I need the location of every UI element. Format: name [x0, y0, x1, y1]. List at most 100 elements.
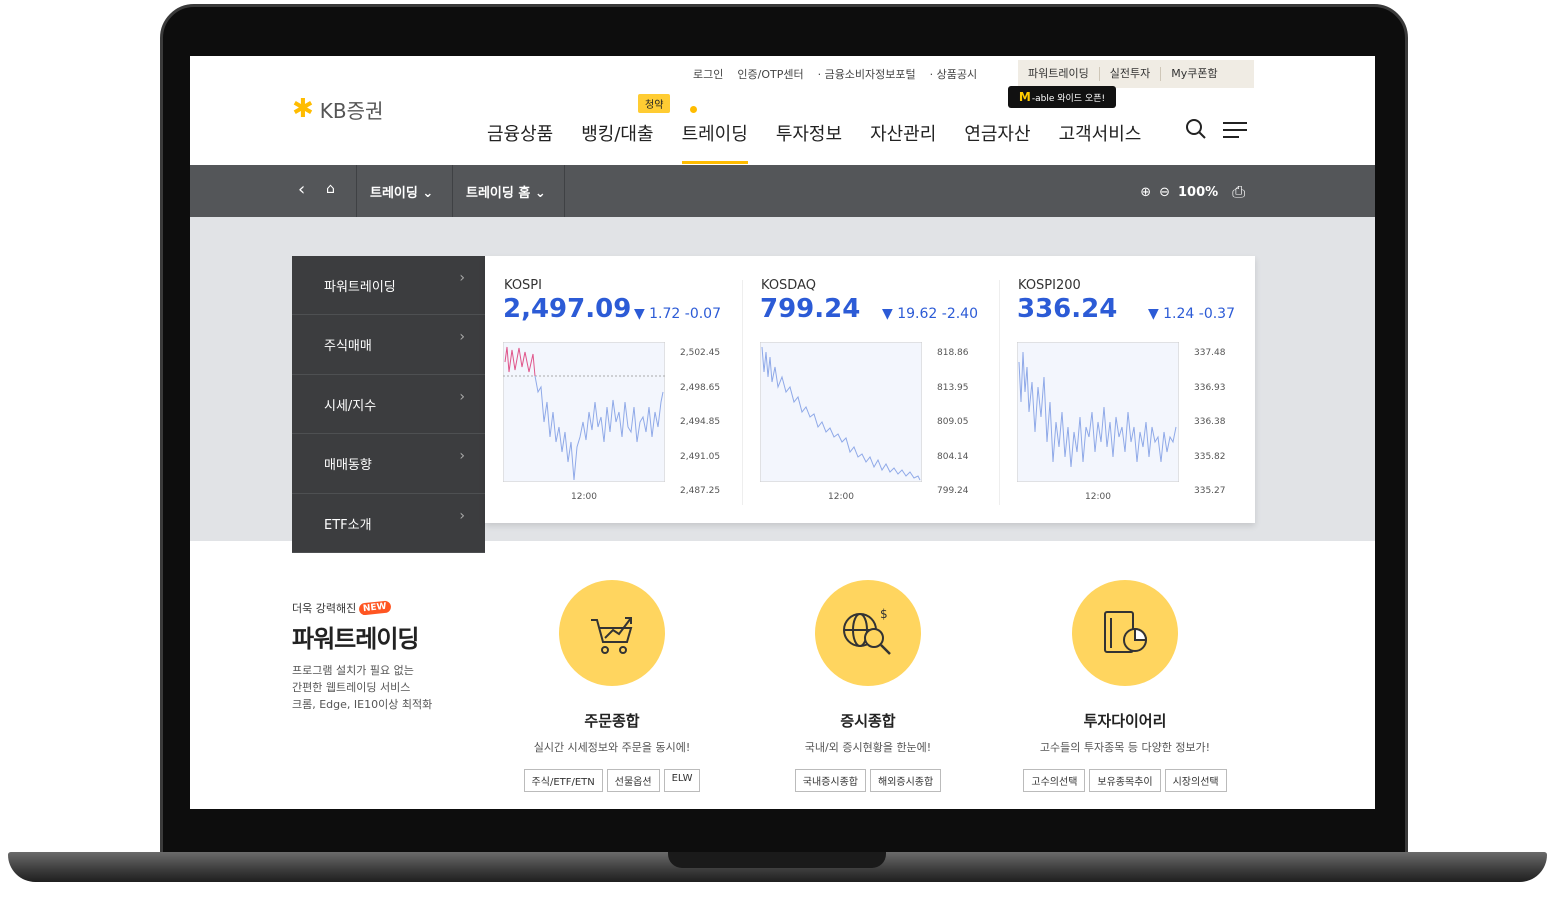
utility-box: 파워트레이딩 실전투자 My쿠폰함 — [1018, 60, 1254, 88]
hamburger-menu-icon[interactable] — [1223, 122, 1247, 138]
feature-title[interactable]: 투자다이어리 — [1005, 710, 1245, 731]
feature-diary: 투자다이어리 고수들의 투자종목 등 다양한 정보가! 고수의선택 보유종목추이… — [1005, 580, 1245, 792]
powertrading-desc: 프로그램 설치가 필요 없는 간편한 웹트레이딩 서비스 크롬, Edge, I… — [292, 662, 432, 713]
tag-market-pick[interactable]: 시장의선택 — [1164, 769, 1227, 792]
home-icon[interactable]: ⌂ — [326, 181, 335, 197]
x-axis-time: 12:00 — [571, 492, 597, 502]
tag-expert-pick[interactable]: 고수의선택 — [1023, 769, 1086, 792]
breadcrumb-trading-home[interactable]: 트레이딩 홈 ⌄ — [466, 182, 546, 201]
index-change: ▼ 19.62 -2.40 — [882, 306, 978, 322]
tag-overseas-market[interactable]: 해외증시종합 — [870, 769, 942, 792]
y-axis-ticks: 2,502.45 2,498.65 2,494.85 2,491.05 2,48… — [680, 336, 720, 509]
otp-center-link[interactable]: 인증/OTP센터 — [737, 66, 803, 82]
y-tick: 809.05 — [937, 417, 969, 427]
side-menu: 파워트레이딩 주식매매 시세/지수 매매동향 ETF소개 — [292, 256, 485, 553]
desc-line: 간편한 웹트레이딩 서비스 — [292, 681, 411, 694]
y-tick: 337.48 — [1194, 348, 1226, 358]
subscription-badge: 청약 — [638, 94, 671, 113]
nav-invest-info[interactable]: 투자정보 — [776, 114, 842, 164]
index-change: ▼ 1.72 -0.07 — [633, 306, 721, 322]
side-item-trade-trend[interactable]: 매매동향 — [292, 434, 485, 494]
divider — [452, 165, 453, 217]
powertrading-kicker: 더욱 강력해진 NEW — [292, 600, 392, 616]
nav-financial-products[interactable]: 금융상품 — [487, 114, 553, 164]
tooltip-text: -able 와이드 오픈! — [1031, 93, 1106, 104]
index-value: 336.24 — [1017, 294, 1118, 324]
mable-logo: M — [1018, 90, 1031, 104]
nav-customer-service[interactable]: 고객서비스 — [1059, 114, 1142, 164]
real-invest-link[interactable]: 실전투자 — [1100, 67, 1162, 81]
side-item-quotes[interactable]: 시세/지수 — [292, 375, 485, 435]
zoom-controls: ⊕ ⊖ 100% ⎙ — [1132, 182, 1245, 202]
side-item-stock-trade[interactable]: 주식매매 — [292, 315, 485, 375]
kb-logo[interactable]: ✱ KB증권 — [292, 94, 383, 124]
zoom-out-icon[interactable]: ⊖ — [1159, 185, 1170, 200]
feature-desc: 고수들의 투자종목 등 다양한 정보가! — [1039, 741, 1211, 754]
y-tick: 818.86 — [937, 348, 969, 358]
tag-elw[interactable]: ELW — [663, 769, 701, 792]
index-card-kospi200[interactable]: KOSPI200 336.24 ▼ 1.24 -0.37 337.48 336.… — [999, 256, 1255, 523]
back-icon[interactable]: ‹ — [298, 179, 305, 200]
index-name: KOSDAQ — [761, 278, 816, 293]
x-axis-time: 12:00 — [828, 492, 854, 502]
kicker-text: 더욱 강력해진 — [292, 602, 357, 615]
index-name: KOSPI200 — [1018, 278, 1081, 293]
login-link[interactable]: 로그인 — [693, 66, 723, 82]
side-item-powertrading[interactable]: 파워트레이딩 — [292, 256, 485, 316]
desc-line: 프로그램 설치가 필요 없는 — [292, 664, 414, 677]
y-tick: 813.95 — [937, 382, 969, 393]
divider — [564, 165, 565, 217]
nav-pension[interactable]: 연금자산 — [964, 114, 1030, 164]
zoom-in-icon[interactable]: ⊕ — [1140, 185, 1151, 200]
y-tick: 336.38 — [1194, 417, 1226, 427]
svg-text:$: $ — [880, 608, 888, 621]
feature-title[interactable]: 증시종합 — [748, 710, 988, 731]
browser-screen: 로그인 인증/OTP센터 · 금융소비자정보포털 · 상품공시 파워트레이딩 실… — [190, 56, 1375, 809]
y-tick: 336.93 — [1194, 382, 1226, 393]
y-tick: 2,498.65 — [680, 382, 721, 393]
order-chart-cart-icon[interactable] — [559, 580, 665, 686]
tag-stock-etf-etn[interactable]: 주식/ETF/ETN — [523, 769, 603, 792]
kosdaq-sparkline — [760, 342, 922, 482]
feature-tags: 국내증시종합 해외증시종합 — [748, 769, 988, 792]
consumer-portal-link[interactable]: · 금융소비자정보포털 — [818, 66, 916, 82]
y-tick: 2,494.85 — [680, 417, 721, 427]
y-axis-ticks: 818.86 813.95 809.05 804.14 799.24 — [937, 336, 969, 509]
logo-text: KB증권 — [319, 98, 384, 123]
breadcrumb-trading[interactable]: 트레이딩 ⌄ — [370, 182, 433, 201]
index-name: KOSPI — [504, 278, 542, 293]
diary-pie-icon[interactable] — [1072, 580, 1178, 686]
index-change: ▼ 1.24 -0.37 — [1147, 306, 1235, 322]
index-value: 799.24 — [760, 294, 861, 324]
search-icon[interactable] — [1186, 119, 1206, 139]
kospi-sparkline — [503, 342, 665, 482]
divider — [742, 280, 743, 505]
index-card-kosdaq[interactable]: KOSDAQ 799.24 ▼ 19.62 -2.40 818.86 813.9… — [742, 256, 998, 523]
feature-desc: 실시간 시세정보와 주문을 동시에! — [533, 741, 691, 754]
mable-tooltip[interactable]: M -able 와이드 오픈! — [1008, 86, 1116, 108]
index-card-kospi[interactable]: KOSPI 2,497.09 ▼ 1.72 -0.07 2,502.45 2,4… — [485, 256, 741, 523]
feature-title[interactable]: 주문종합 — [492, 710, 732, 731]
tag-domestic-market[interactable]: 국내증시종합 — [794, 769, 866, 792]
divider — [999, 280, 1000, 505]
tag-futures-options[interactable]: 선물옵션 — [606, 769, 660, 792]
print-icon[interactable]: ⎙ — [1232, 182, 1245, 202]
my-coupon-link[interactable]: My쿠폰함 — [1161, 67, 1227, 81]
nav-asset-management[interactable]: 자산관리 — [870, 114, 936, 164]
tag-holding-trend[interactable]: 보유종목추이 — [1089, 769, 1161, 792]
globe-magnifier-icon[interactable]: $ — [815, 580, 921, 686]
y-tick: 799.24 — [937, 486, 969, 496]
feature-desc: 국내/외 증시현황을 한눈에! — [804, 741, 932, 754]
powertrading-link[interactable]: 파워트레이딩 — [1018, 67, 1100, 81]
product-notice-link[interactable]: · 상품공시 — [930, 66, 977, 82]
nav-banking-loan[interactable]: 뱅킹/대출 — [581, 114, 653, 164]
zoom-level: 100% — [1178, 184, 1219, 200]
nav-trading[interactable]: 트레이딩 — [681, 114, 748, 164]
side-item-etf[interactable]: ETF소개 — [292, 494, 485, 553]
y-tick: 2,502.45 — [680, 348, 721, 358]
new-badge: NEW — [358, 600, 392, 616]
powertrading-title[interactable]: 파워트레이딩 — [292, 619, 419, 654]
main-nav: 금융상품 뱅킹/대출 트레이딩 투자정보 자산관리 연금자산 고객서비스 — [487, 114, 1169, 164]
laptop-notch — [668, 852, 886, 868]
divider — [356, 165, 357, 217]
